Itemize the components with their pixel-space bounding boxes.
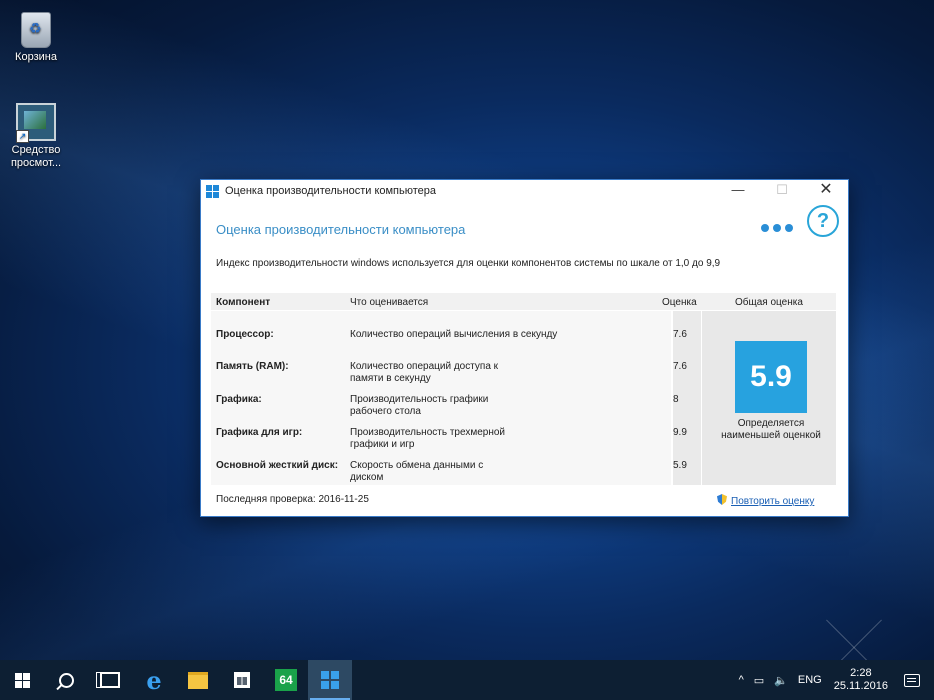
action-center-icon[interactable] [904,673,920,687]
app-window: Оценка производительности компьютера — ☐… [200,179,849,517]
title-bar[interactable]: Оценка производительности компьютера — ☐… [201,180,848,202]
winsat-app-icon [321,671,339,689]
more-options-icon[interactable] [761,224,793,232]
winsat-app-button[interactable] [308,660,352,700]
row-component: Основной жесткий диск: [216,460,339,471]
row-score: 8 [673,394,679,405]
column-header-component: Компонент [216,297,271,308]
total-score-caption: Определяется наименьшей оценкой [721,418,821,441]
clock-date: 25.11.2016 [833,680,888,692]
row-description: Производительность трехмерной графики и … [350,427,505,450]
store-button[interactable] [220,660,264,700]
tray-overflow-chevron-icon[interactable]: ^ [739,674,744,686]
task-view-button[interactable] [88,660,132,700]
desktop-icon-recycle-bin[interactable]: Корзина [0,8,72,64]
search-icon [58,672,74,688]
row-description: Количество операций доступа к памяти в с… [350,361,499,384]
app-64-icon: 64 [275,669,297,691]
row-score: 7.6 [673,329,687,340]
column-header-total: Общая оценка [735,297,803,308]
row-score: 5.9 [673,460,687,471]
row-score: 9.9 [673,427,687,438]
column-header-score: Оценка [662,297,697,308]
row-description: Количество операций вычисления в секунду [350,329,558,340]
row-component: Память (RAM): [216,361,289,372]
row-component: Графика: [216,394,262,405]
search-button[interactable] [44,660,88,700]
file-explorer-icon [188,671,208,689]
row-component: Процессор: [216,329,274,340]
edge-icon: e [146,665,162,695]
app-64-button[interactable]: 64 [264,660,308,700]
total-score-tile: 5.9 [735,341,807,413]
help-icon[interactable]: ? [807,205,839,237]
language-indicator[interactable]: ENG [798,674,822,686]
clock-time: 2:28 [850,667,872,679]
column-header-what: Что оценивается [350,297,429,308]
store-icon [234,672,250,688]
clock[interactable]: 2:28 25.11.2016 [834,667,888,693]
recycle-bin-icon [21,12,51,48]
row-description: Скорость обмена данными с диском [350,460,484,483]
last-check-text: Последняя проверка: 2016-11-25 [216,494,369,505]
task-view-icon [100,672,120,688]
row-component: Графика для игр: [216,427,303,438]
system-tray: ^ ▭ 🔈 ENG 2:28 25.11.2016 [729,660,934,700]
shortcut-arrow-icon: ↗ [16,130,29,143]
table-header: Компонент Что оценивается Оценка Общая о… [211,293,836,310]
row-score: 7.6 [673,361,687,372]
close-button[interactable]: ✕ [804,180,848,202]
desktop-icon-photo-viewer[interactable]: ↗ Средство просмот... [0,103,72,170]
file-explorer-button[interactable] [176,660,220,700]
minimize-button[interactable]: — [716,180,760,202]
network-icon[interactable]: ▭ [754,674,764,687]
description-text: Индекс производительности windows исполь… [216,258,721,269]
rerun-assessment-link[interactable]: Повторить оценку [717,494,814,507]
desktop-icon-label: Корзина [15,51,57,63]
edge-button[interactable]: e [132,660,176,700]
maximize-button[interactable]: ☐ [760,180,804,202]
desktop-icon-label: Средство просмот... [10,144,62,169]
photo-viewer-icon: ↗ [16,103,56,143]
start-button[interactable] [0,660,44,700]
total-score-panel: 5.9 Определяется наименьшей оценкой [702,311,836,485]
windows-logo-icon [206,184,219,198]
rerun-link-label: Повторить оценку [731,496,815,507]
scores-table: Процессор: Количество операций вычислени… [211,311,671,485]
page-title: Оценка производительности компьютера [216,222,466,237]
uac-shield-icon [717,494,727,505]
window-title: Оценка производительности компьютера [225,185,437,197]
row-description: Производительность графики рабочего стол… [350,394,489,417]
start-icon [14,672,30,688]
score-column: 7.6 7.6 8 9.9 5.9 [673,311,701,485]
volume-icon[interactable]: 🔈 [774,674,788,687]
